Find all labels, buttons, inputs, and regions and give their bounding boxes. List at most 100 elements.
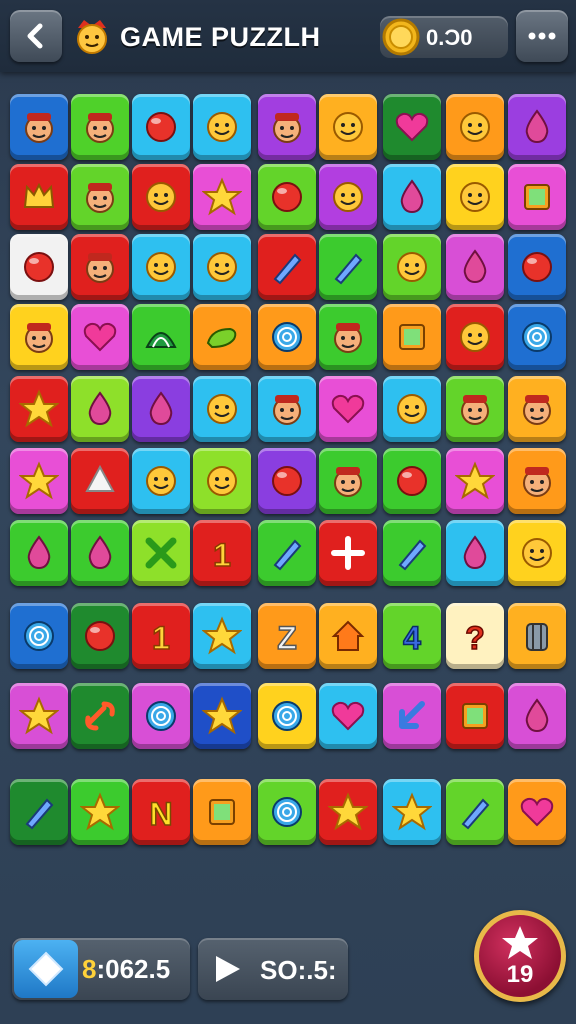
game-tile[interactable] [319, 234, 377, 300]
game-tile[interactable]: 1 [132, 603, 190, 669]
game-tile[interactable]: N [132, 779, 190, 845]
square-icon [524, 184, 550, 210]
game-tile[interactable] [132, 520, 190, 586]
game-tile[interactable] [258, 304, 316, 370]
game-tile[interactable] [71, 603, 129, 669]
game-tile[interactable] [10, 164, 68, 230]
game-tile[interactable] [71, 304, 129, 370]
game-tile[interactable] [193, 603, 251, 669]
game-tile[interactable] [132, 304, 190, 370]
game-tile[interactable] [193, 448, 251, 514]
game-tile[interactable] [319, 603, 377, 669]
game-tile[interactable] [383, 304, 441, 370]
game-tile[interactable]: 1 [193, 520, 251, 586]
game-tile[interactable] [446, 683, 504, 749]
swirl-icon [272, 797, 302, 827]
game-tile[interactable] [258, 683, 316, 749]
game-tile[interactable] [132, 94, 190, 160]
game-tile[interactable]: Z [258, 603, 316, 669]
game-tile[interactable] [508, 448, 566, 514]
game-tile[interactable] [71, 520, 129, 586]
game-tile[interactable] [258, 376, 316, 442]
game-tile[interactable] [319, 164, 377, 230]
game-tile[interactable] [446, 234, 504, 300]
game-tile[interactable] [71, 164, 129, 230]
game-tile[interactable] [71, 448, 129, 514]
game-tile[interactable] [383, 520, 441, 586]
game-tile[interactable] [10, 304, 68, 370]
game-tile[interactable] [383, 234, 441, 300]
game-tile[interactable] [446, 304, 504, 370]
game-tile[interactable] [193, 234, 251, 300]
game-tile[interactable] [10, 448, 68, 514]
game-tile[interactable]: 4 [383, 603, 441, 669]
game-tile[interactable] [319, 304, 377, 370]
game-tile[interactable] [10, 779, 68, 845]
game-tile[interactable] [508, 520, 566, 586]
game-tile[interactable] [10, 234, 68, 300]
game-tile[interactable] [319, 779, 377, 845]
game-tile[interactable] [508, 164, 566, 230]
game-tile[interactable] [132, 164, 190, 230]
game-tile[interactable] [132, 683, 190, 749]
game-tile[interactable] [508, 779, 566, 845]
game-tile[interactable] [319, 94, 377, 160]
hint-button[interactable] [14, 940, 78, 998]
game-tile[interactable] [10, 603, 68, 669]
game-tile[interactable] [446, 164, 504, 230]
game-tile[interactable] [319, 376, 377, 442]
game-tile[interactable] [258, 94, 316, 160]
play-button[interactable]: SO:.5: [198, 938, 348, 1000]
game-tile[interactable] [193, 164, 251, 230]
game-tile[interactable] [258, 234, 316, 300]
game-tile[interactable] [193, 304, 251, 370]
game-tile[interactable] [10, 94, 68, 160]
game-tile[interactable] [446, 376, 504, 442]
game-tile[interactable] [258, 164, 316, 230]
game-tile[interactable] [10, 376, 68, 442]
game-tile[interactable] [446, 94, 504, 160]
game-tile[interactable]: ? [446, 603, 504, 669]
game-tile[interactable] [258, 448, 316, 514]
game-tile[interactable] [383, 683, 441, 749]
game-tile[interactable] [508, 234, 566, 300]
game-tile[interactable] [446, 779, 504, 845]
game-tile[interactable] [508, 94, 566, 160]
svg-text:4: 4 [403, 620, 421, 656]
game-tile[interactable] [71, 94, 129, 160]
game-tile[interactable] [383, 376, 441, 442]
game-tile[interactable] [193, 376, 251, 442]
game-tile[interactable] [71, 779, 129, 845]
level-badge[interactable]: 19 [474, 910, 566, 1002]
game-tile[interactable] [193, 683, 251, 749]
game-tile[interactable] [10, 683, 68, 749]
game-tile[interactable] [319, 520, 377, 586]
game-tile[interactable] [193, 94, 251, 160]
game-tile[interactable] [71, 234, 129, 300]
game-tile[interactable] [132, 448, 190, 514]
game-tile[interactable] [446, 520, 504, 586]
game-tile[interactable] [258, 779, 316, 845]
game-tile[interactable] [508, 376, 566, 442]
game-tile[interactable] [132, 376, 190, 442]
game-tile[interactable] [383, 448, 441, 514]
face-icon [523, 467, 551, 497]
game-tile[interactable] [10, 520, 68, 586]
game-tile[interactable] [508, 603, 566, 669]
game-tile[interactable] [446, 448, 504, 514]
game-tile[interactable] [193, 779, 251, 845]
game-tile[interactable] [383, 779, 441, 845]
game-tile[interactable] [383, 164, 441, 230]
game-tile[interactable] [71, 683, 129, 749]
drop-icon [88, 391, 112, 426]
game-tile[interactable] [319, 683, 377, 749]
game-tile[interactable] [508, 683, 566, 749]
game-tile[interactable] [71, 376, 129, 442]
game-tile[interactable] [508, 304, 566, 370]
face-icon [273, 395, 301, 425]
swirl-icon [272, 701, 302, 731]
game-tile[interactable] [383, 94, 441, 160]
game-tile[interactable] [132, 234, 190, 300]
game-tile[interactable] [319, 448, 377, 514]
game-tile[interactable] [258, 520, 316, 586]
